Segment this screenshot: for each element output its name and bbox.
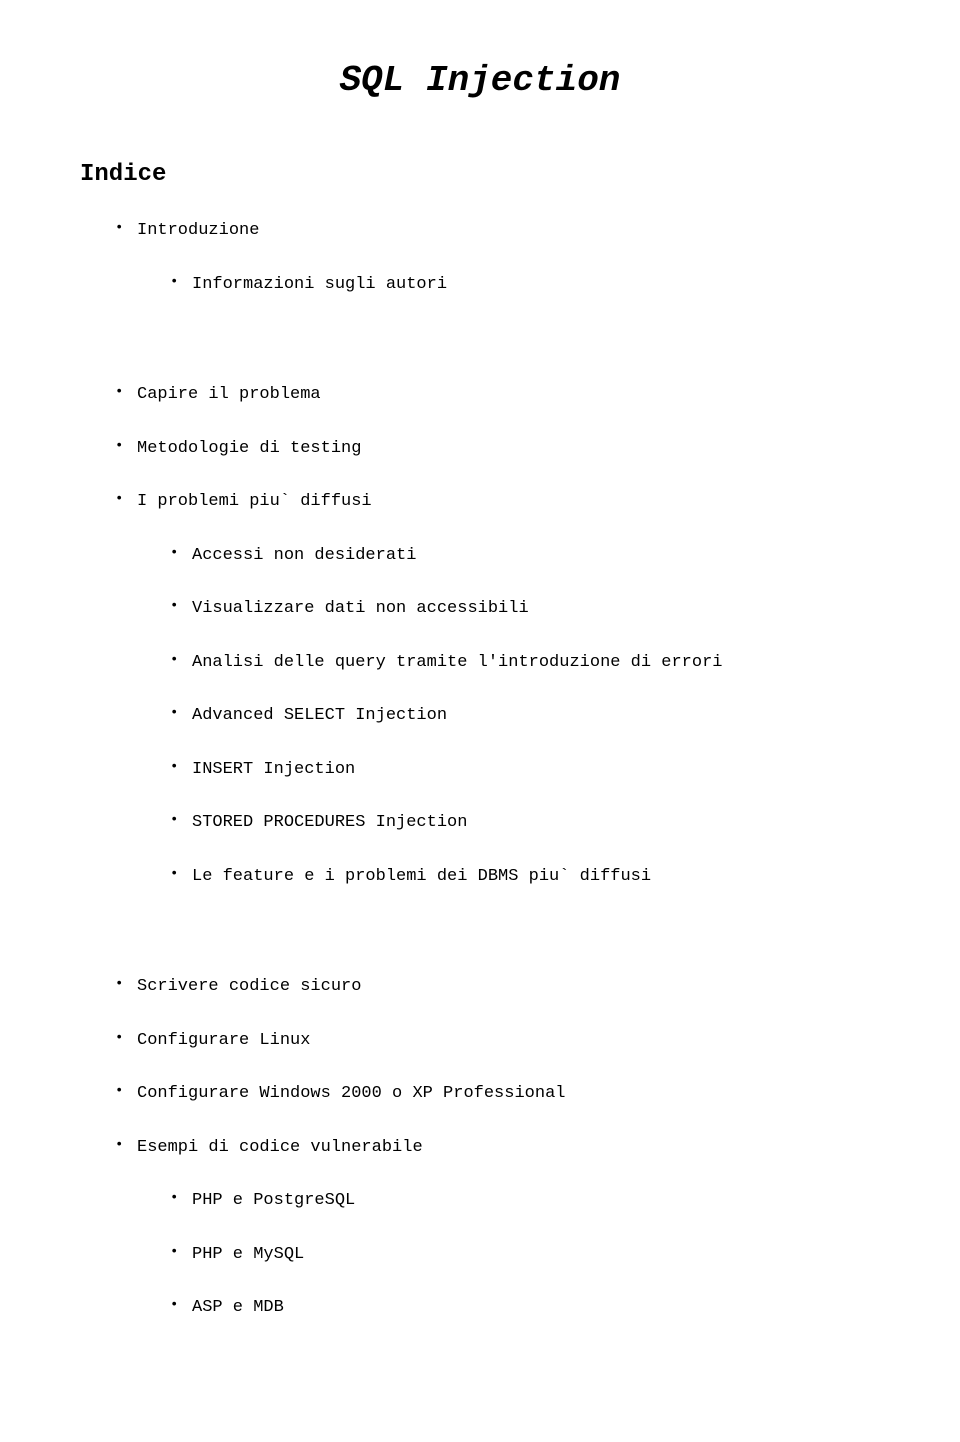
toc-item: Configurare Linux bbox=[115, 1028, 880, 1054]
toc-item: Advanced SELECT Injection bbox=[170, 703, 880, 729]
toc-item: I problemi piu` diffusi bbox=[115, 489, 880, 515]
toc-item: Configurare Windows 2000 o XP Profession… bbox=[115, 1081, 880, 1107]
toc-item: Introduzione bbox=[115, 218, 880, 244]
toc-item: Scrivere codice sicuro bbox=[115, 974, 880, 1000]
toc-item: PHP e PostgreSQL bbox=[170, 1188, 880, 1214]
toc-item: Informazioni sugli autori bbox=[170, 272, 880, 298]
toc-item: ASP e MDB bbox=[170, 1295, 880, 1321]
page-title: SQL Injection bbox=[80, 60, 880, 101]
toc-list: Introduzione Informazioni sugli autori C… bbox=[80, 218, 880, 1321]
toc-item: Analisi delle query tramite l'introduzio… bbox=[170, 650, 880, 676]
index-heading: Indice bbox=[80, 161, 880, 188]
toc-item: INSERT Injection bbox=[170, 757, 880, 783]
toc-item: PHP e MySQL bbox=[170, 1242, 880, 1268]
toc-item: STORED PROCEDURES Injection bbox=[170, 810, 880, 836]
toc-item: Visualizzare dati non accessibili bbox=[170, 596, 880, 622]
toc-item: Le feature e i problemi dei DBMS piu` di… bbox=[170, 864, 880, 890]
toc-item: Esempi di codice vulnerabile bbox=[115, 1135, 880, 1161]
toc-item: Capire il problema bbox=[115, 382, 880, 408]
toc-item: Accessi non desiderati bbox=[170, 543, 880, 569]
toc-item: Metodologie di testing bbox=[115, 436, 880, 462]
